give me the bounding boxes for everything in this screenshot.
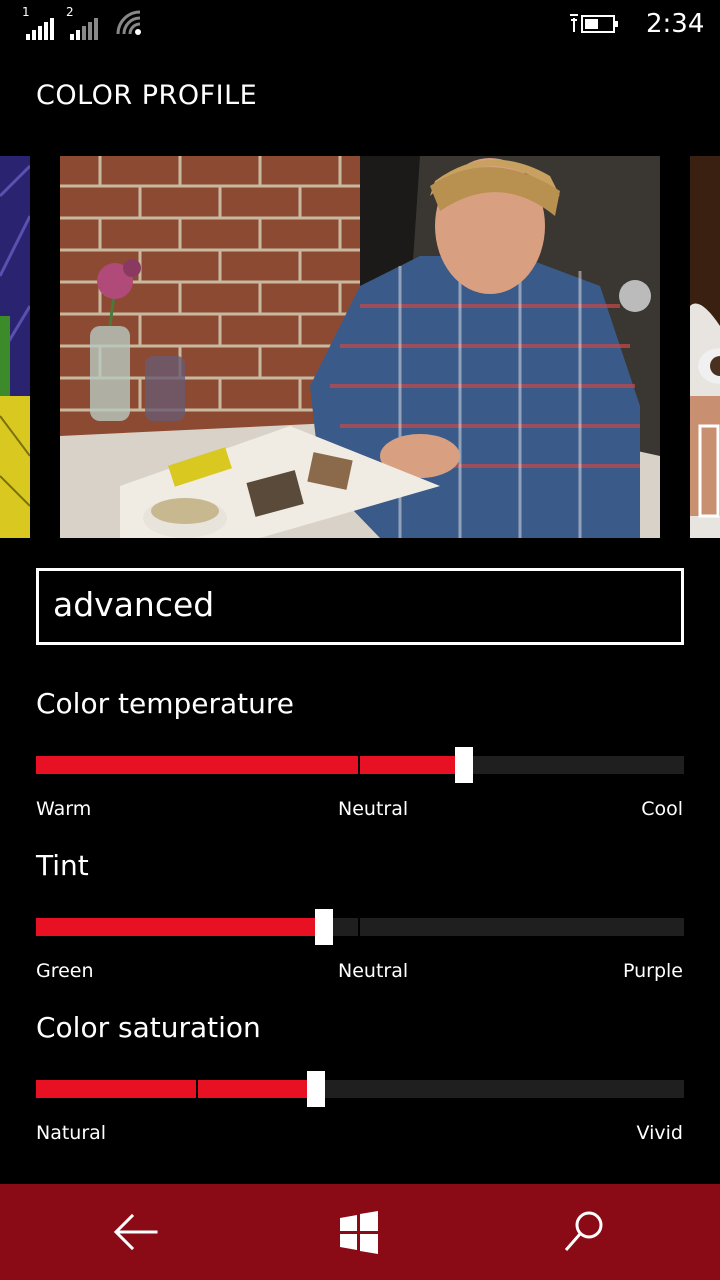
color-temperature-label: Color temperature xyxy=(36,687,295,720)
slider-fill xyxy=(36,1080,316,1098)
clock: 2:34 xyxy=(646,9,705,39)
color-saturation-min-label: Natural xyxy=(36,1122,107,1144)
tint-mid-label: Neutral xyxy=(338,960,409,982)
color-temperature-mid-label: Neutral xyxy=(338,798,409,820)
signal-strength-icon xyxy=(70,18,98,40)
windows-logo-icon xyxy=(340,1211,378,1254)
slider-fill xyxy=(36,918,324,936)
color-profile-value: advanced xyxy=(53,585,215,624)
color-temperature-slider[interactable] xyxy=(36,747,684,783)
color-temperature-min-label: Warm xyxy=(36,798,92,820)
sample-photo-carousel[interactable] xyxy=(0,156,720,538)
tint-label: Tint xyxy=(36,849,89,882)
color-temperature-max-label: Cool xyxy=(641,798,683,820)
tint-slider[interactable] xyxy=(36,909,684,945)
slider-thumb[interactable] xyxy=(455,747,473,783)
page-title: COLOR PROFILE xyxy=(36,80,258,111)
color-saturation-label: Color saturation xyxy=(36,1011,261,1044)
battery-charging-icon xyxy=(570,14,618,33)
color-saturation-slider[interactable] xyxy=(36,1071,684,1107)
previous-sample-photo[interactable] xyxy=(0,156,30,538)
sample-photo xyxy=(60,156,660,538)
navigation-bar xyxy=(0,1184,720,1280)
status-bar: 1 2 2:34 xyxy=(0,0,720,48)
color-profile-dropdown[interactable]: advanced xyxy=(36,568,684,645)
search-button[interactable] xyxy=(554,1206,614,1258)
back-arrow-icon xyxy=(113,1213,158,1251)
slider-center-tick xyxy=(358,756,360,774)
sim1-label: 1 xyxy=(22,5,30,19)
sim2-label: 2 xyxy=(66,5,74,19)
slider-thumb[interactable] xyxy=(315,909,333,945)
search-icon xyxy=(564,1211,603,1251)
slider-fill xyxy=(36,756,464,774)
slider-center-tick xyxy=(358,918,360,936)
start-button[interactable] xyxy=(330,1206,390,1258)
slider-default-tick xyxy=(196,1080,198,1098)
tint-max-label: Purple xyxy=(622,960,683,982)
tint-min-label: Green xyxy=(36,960,94,982)
next-sample-photo[interactable] xyxy=(690,156,720,538)
back-button[interactable] xyxy=(106,1206,166,1258)
wifi-icon xyxy=(116,10,141,35)
color-saturation-max-label: Vivid xyxy=(636,1122,683,1144)
slider-thumb[interactable] xyxy=(307,1071,325,1107)
signal-strength-icon xyxy=(26,18,54,40)
